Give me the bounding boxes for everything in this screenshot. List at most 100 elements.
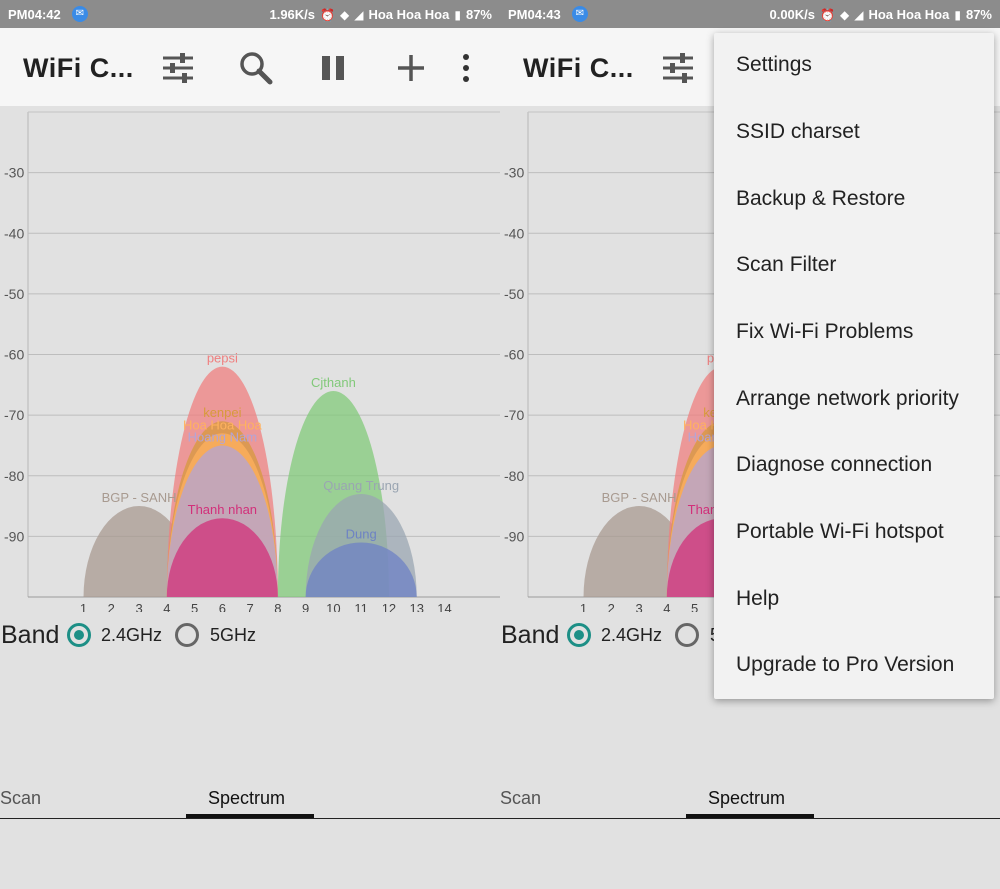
- carrier-name: Hoa Hoa Hoa: [368, 7, 450, 22]
- add-icon[interactable]: [391, 48, 431, 88]
- alarm-icon: ⏰: [320, 7, 335, 22]
- tabs-divider: [0, 818, 500, 819]
- app-title: WiFi C...: [523, 53, 634, 83]
- x-tick-label: 1: [80, 601, 87, 612]
- tab-scan[interactable]: Scan: [500, 788, 541, 809]
- band-24ghz-label: 2.4GHz: [601, 625, 663, 645]
- band-5ghz-label: 5GHz: [210, 625, 257, 645]
- x-tick-label: 10: [326, 601, 340, 612]
- band-label: Band: [501, 621, 560, 649]
- filter-sliders-icon[interactable]: [658, 48, 698, 88]
- menu-item-arrange-network-priority[interactable]: Arrange network priority: [714, 367, 994, 433]
- status-bar: PM04:42 ✉ 1.96K/s ⏰ ◆ ◢ Hoa Hoa Hoa ▮ 87…: [0, 0, 500, 28]
- y-tick-label: -60: [4, 347, 24, 363]
- x-tick-label: 3: [135, 601, 142, 612]
- menu-item-label: Diagnose connection: [736, 453, 933, 476]
- network-label: pepsi: [207, 351, 238, 366]
- x-tick-label: 2: [608, 601, 615, 612]
- band-5ghz-radio[interactable]: [675, 623, 699, 647]
- y-tick-label: -80: [504, 468, 524, 484]
- x-tick-label: 7: [247, 601, 254, 612]
- menu-item-help[interactable]: Help: [714, 567, 994, 633]
- network-label: Thanh nhan: [188, 502, 257, 517]
- carrier-name: Hoa Hoa Hoa: [868, 7, 950, 22]
- x-tick-label: 4: [163, 601, 170, 612]
- y-tick-label: -70: [504, 407, 524, 423]
- app-title: WiFi C...: [23, 53, 134, 83]
- tabs-divider: [500, 818, 1000, 819]
- band-24ghz-radio[interactable]: [67, 623, 91, 647]
- menu-item-label: Fix Wi-Fi Problems: [736, 320, 914, 343]
- bottom-tabs: Scan Spectrum: [0, 786, 500, 820]
- x-tick-label: 6: [219, 601, 226, 612]
- menu-item-label: Scan Filter: [736, 253, 837, 276]
- x-tick-label: 13: [409, 601, 423, 612]
- menu-item-label: Arrange network priority: [736, 387, 959, 410]
- pause-icon[interactable]: [313, 48, 353, 88]
- y-tick-label: -40: [504, 225, 524, 241]
- menu-item-label: Upgrade to Pro Version: [736, 653, 955, 676]
- x-tick-label: 5: [691, 601, 698, 612]
- network-speed: 1.96K/s: [269, 7, 316, 22]
- network-label: Dung: [346, 526, 377, 541]
- band-label: Band: [1, 621, 60, 649]
- tab-scan[interactable]: Scan: [0, 788, 41, 809]
- y-tick-label: -90: [504, 528, 524, 544]
- y-tick-label: -90: [4, 528, 24, 544]
- menu-item-settings[interactable]: Settings: [714, 33, 994, 99]
- network-label: Quang Trung: [323, 478, 399, 493]
- y-tick-label: -70: [4, 407, 24, 423]
- menu-item-label: Settings: [736, 53, 812, 76]
- y-tick-label: -30: [504, 165, 524, 181]
- y-tick-label: -80: [4, 468, 24, 484]
- x-tick-label: 11: [354, 601, 368, 612]
- messenger-icon: ✉: [72, 6, 88, 22]
- y-tick-label: -50: [504, 286, 524, 302]
- status-bar: PM04:43 ✉ 0.00K/s ⏰ ◆ ◢ Hoa Hoa Hoa ▮ 87…: [500, 0, 1000, 28]
- y-tick-label: -40: [4, 225, 24, 241]
- cell-signal-icon: ◢: [854, 7, 864, 22]
- battery-level: 87%: [965, 7, 992, 22]
- menu-item-portable-hotspot[interactable]: Portable Wi-Fi hotspot: [714, 500, 994, 566]
- x-tick-label: 9: [302, 601, 309, 612]
- tab-spectrum[interactable]: Spectrum: [208, 788, 285, 809]
- network-label: BGP - SANH: [602, 490, 677, 505]
- overflow-menu: Settings SSID charset Backup & Restore S…: [714, 33, 994, 699]
- search-icon[interactable]: [236, 48, 276, 88]
- status-right: 1.96K/s ⏰ ◆ ◢ Hoa Hoa Hoa ▮ 87%: [269, 7, 492, 22]
- spectrum-chart: -30-40-50-60-70-80-90BGP - SANHpepsikenp…: [4, 111, 500, 612]
- battery-icon: ▮: [454, 7, 461, 22]
- menu-item-label: Help: [736, 587, 780, 610]
- band-5ghz-radio[interactable]: [175, 623, 199, 647]
- status-right: 0.00K/s ⏰ ◆ ◢ Hoa Hoa Hoa ▮ 87%: [769, 7, 992, 22]
- filter-sliders-icon[interactable]: [158, 48, 198, 88]
- left-screen: PM04:42 ✉ 1.96K/s ⏰ ◆ ◢ Hoa Hoa Hoa ▮ 87…: [0, 0, 500, 889]
- x-tick-label: 3: [635, 601, 642, 612]
- band-24ghz-label: 2.4GHz: [101, 625, 163, 645]
- band-24ghz-radio[interactable]: [567, 623, 591, 647]
- bottom-tabs: Scan Spectrum: [500, 786, 1000, 820]
- menu-item-label: Backup & Restore: [736, 187, 906, 210]
- x-tick-label: 14: [437, 601, 451, 612]
- menu-item-fix-wifi-problems[interactable]: Fix Wi-Fi Problems: [714, 300, 994, 366]
- menu-item-scan-filter[interactable]: Scan Filter: [714, 233, 994, 299]
- menu-item-upgrade-pro[interactable]: Upgrade to Pro Version: [714, 633, 994, 699]
- menu-item-diagnose-connection[interactable]: Diagnose connection: [714, 433, 994, 499]
- network-label: BGP - SANH: [102, 490, 177, 505]
- tab-spectrum[interactable]: Spectrum: [708, 788, 785, 809]
- x-tick-label: 2: [108, 601, 115, 612]
- network-label: Cjthanh: [311, 375, 356, 390]
- messenger-icon: ✉: [572, 6, 588, 22]
- network-speed: 0.00K/s: [769, 7, 816, 22]
- overflow-menu-icon[interactable]: [446, 48, 486, 88]
- menu-item-ssid-charset[interactable]: SSID charset: [714, 100, 994, 166]
- battery-icon: ▮: [954, 7, 961, 22]
- x-tick-label: 1: [580, 601, 587, 612]
- x-tick-label: 8: [274, 601, 281, 612]
- menu-item-label: Portable Wi-Fi hotspot: [736, 520, 944, 543]
- menu-item-backup-restore[interactable]: Backup & Restore: [714, 167, 994, 233]
- status-time: PM04:43: [508, 7, 561, 22]
- y-tick-label: -60: [504, 347, 524, 363]
- y-tick-label: -50: [4, 286, 24, 302]
- wifi-signal-icon: ◆: [839, 7, 850, 22]
